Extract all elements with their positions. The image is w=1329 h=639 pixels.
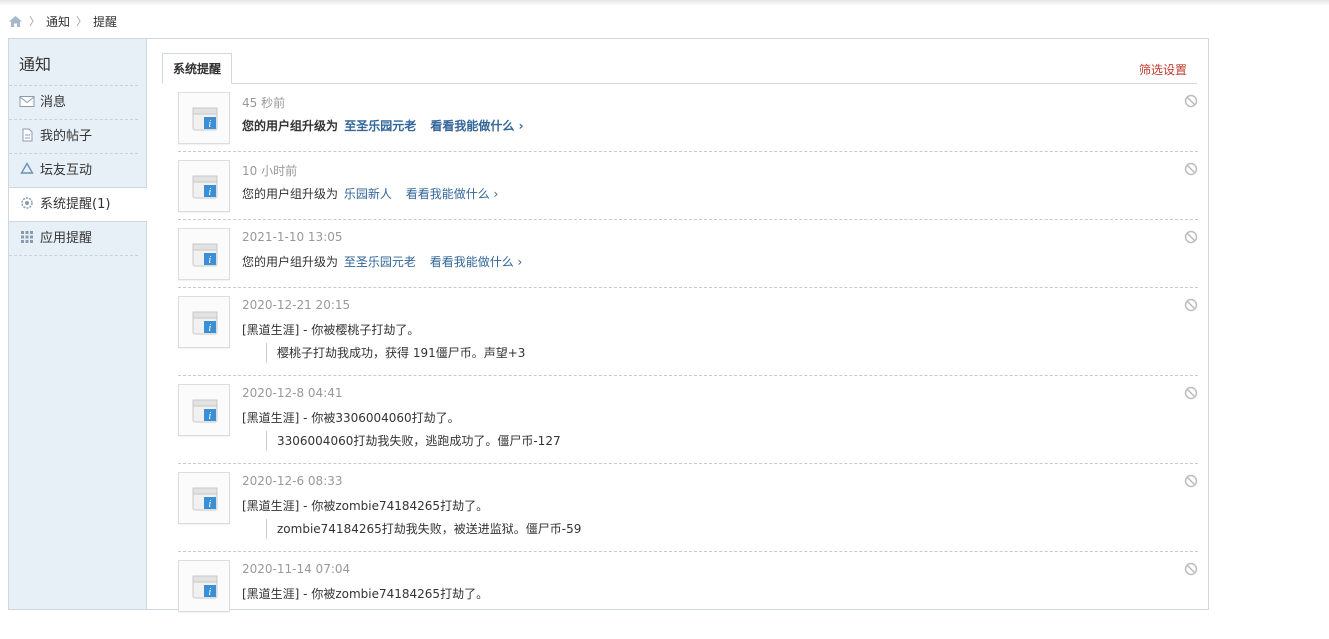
notice-time: 2021-1-10 13:05 [242, 230, 343, 244]
sidebar: 通知 消息 我的帖子 坛友互动 系统提醒(1) 应用提醒 [9, 39, 147, 609]
notice-time: 2020-12-21 20:15 [242, 298, 351, 312]
ignore-icon[interactable] [1184, 562, 1198, 576]
breadcrumb: 〉 通知 〉 提醒 [8, 13, 117, 29]
notice-avatar: i [178, 160, 230, 212]
notice-text: 您的用户组升级为 [242, 187, 339, 201]
notice-item: i 2021-1-10 13:05 您的用户组升级为 至圣乐园元老 看看我能做什… [178, 220, 1198, 288]
see-what-i-can-do-link[interactable]: 看看我能做什么 › [406, 187, 499, 201]
notice-text: 您的用户组升级为 [242, 255, 339, 269]
sidebar-item-interactions[interactable]: 坛友互动 [9, 154, 138, 188]
svg-text:i: i [209, 588, 212, 598]
home-icon[interactable] [8, 15, 23, 28]
breadcrumb-separator: 〉 [76, 15, 88, 28]
recycle-icon [19, 156, 35, 174]
notice-time: 2020-11-14 07:04 [242, 562, 351, 576]
notice-time: 2020-12-6 08:33 [242, 474, 343, 488]
top-shadow [0, 0, 1329, 6]
svg-text:i: i [209, 500, 212, 510]
svg-text:i: i [209, 188, 212, 198]
grid-icon [19, 224, 35, 243]
notice-item: i 2020-12-6 08:33 [黑道生涯] - 你被zombie74184… [178, 464, 1198, 552]
notice-message: [黑道生涯] - 你被zombie74184265打劫了。 [242, 499, 489, 513]
notice-item: i 45 秒前 您的用户组升级为 至圣乐园元老 看看我能做什么 › [178, 84, 1198, 152]
see-what-i-can-do-link[interactable]: 看看我能做什么 › [430, 119, 523, 133]
notice-time: 45 秒前 [242, 96, 286, 110]
sidebar-item-label: 我的帖子 [40, 129, 93, 144]
notice-quote: 樱桃子打劫我成功，获得 191僵尸币。声望+3 [266, 343, 525, 363]
notice-message: 您的用户组升级为 至圣乐园元老 看看我能做什么 › [242, 253, 522, 270]
breadcrumb-link-notice[interactable]: 通知 [46, 13, 70, 30]
system-notice-icon: i [192, 243, 218, 267]
sidebar-item-label: 坛友互动 [40, 163, 93, 178]
notice-item: i 2020-12-21 20:15 [黑道生涯] - 你被樱桃子打劫了。 樱桃… [178, 288, 1198, 376]
tab-system-reminders[interactable]: 系统提醒 [162, 53, 232, 84]
sidebar-item-label: 消息 [40, 95, 67, 110]
notice-message: [黑道生涯] - 你被3306004060打劫了。 [242, 411, 460, 425]
notification-panel: 通知 消息 我的帖子 坛友互动 系统提醒(1) 应用提醒 系统提醒 筛选设置 i… [8, 38, 1209, 612]
svg-text:i: i [209, 120, 212, 130]
sidebar-item-label: 应用提醒 [40, 231, 93, 246]
breadcrumb-link-reminder[interactable]: 提醒 [93, 13, 117, 30]
notice-text: 您的用户组升级为 [242, 119, 339, 133]
sidebar-item-my-posts[interactable]: 我的帖子 [9, 120, 138, 154]
notice-quote: zombie74184265打劫我失败，被送进监狱。僵尸币-59 [266, 519, 581, 539]
notice-message: [黑道生涯] - 你被樱桃子打劫了。 [242, 323, 420, 337]
system-notice-icon: i [192, 311, 218, 335]
notice-avatar: i [178, 560, 230, 612]
notice-avatar: i [178, 296, 230, 348]
notice-avatar: i [178, 472, 230, 524]
svg-text:i: i [209, 412, 212, 422]
notice-avatar: i [178, 92, 230, 144]
notice-time: 10 小时前 [242, 164, 298, 178]
notice-item: i 10 小时前 您的用户组升级为 乐园新人 看看我能做什么 › [178, 152, 1198, 220]
system-notice-icon: i [192, 107, 218, 131]
user-group-link[interactable]: 乐园新人 [344, 187, 392, 201]
sidebar-item-label: 系统提醒(1) [40, 197, 111, 212]
sidebar-item-messages[interactable]: 消息 [9, 86, 138, 120]
main-content: 系统提醒 筛选设置 i 45 秒前 您的用户组升级为 至圣乐园元老 看看我能做什… [147, 39, 1208, 612]
ignore-icon[interactable] [1184, 230, 1198, 244]
ignore-icon[interactable] [1184, 474, 1198, 488]
see-what-i-can-do-link[interactable]: 看看我能做什么 › [430, 255, 523, 269]
notice-avatar: i [178, 228, 230, 280]
svg-text:i: i [209, 324, 212, 334]
system-notice-icon: i [192, 399, 218, 423]
notice-time: 2020-12-8 04:41 [242, 386, 343, 400]
system-notice-icon: i [192, 487, 218, 511]
notice-quote: 3306004060打劫我失败，逃跑成功了。僵尸币-127 [266, 431, 561, 451]
system-notice-icon: i [192, 575, 218, 599]
document-icon [19, 122, 35, 142]
ignore-icon[interactable] [1184, 162, 1198, 176]
ignore-icon[interactable] [1184, 298, 1198, 312]
svg-text:i: i [209, 256, 212, 266]
notice-item: i 2020-12-8 04:41 [黑道生涯] - 你被3306004060打… [178, 376, 1198, 464]
system-notice-icon: i [192, 175, 218, 199]
notice-message: 您的用户组升级为 至圣乐园元老 看看我能做什么 › [242, 117, 524, 134]
sidebar-title: 通知 [9, 39, 138, 86]
sidebar-item-system-reminders[interactable]: 系统提醒(1) [9, 187, 147, 222]
ignore-icon[interactable] [1184, 386, 1198, 400]
user-group-link[interactable]: 至圣乐园元老 [344, 255, 416, 269]
sidebar-item-app-reminders[interactable]: 应用提醒 [9, 222, 138, 256]
ignore-icon[interactable] [1184, 94, 1198, 108]
notice-message: 您的用户组升级为 乐园新人 看看我能做什么 › [242, 185, 498, 202]
notice-message: [黑道生涯] - 你被zombie74184265打劫了。 [242, 587, 489, 601]
envelope-icon [19, 88, 35, 107]
tab-bar: 系统提醒 筛选设置 [162, 53, 1197, 84]
breadcrumb-separator: 〉 [29, 15, 40, 28]
user-group-link[interactable]: 至圣乐园元老 [344, 119, 416, 133]
filter-settings-link[interactable]: 筛选设置 [1139, 61, 1187, 78]
gear-icon [19, 190, 35, 209]
notice-avatar: i [178, 384, 230, 436]
